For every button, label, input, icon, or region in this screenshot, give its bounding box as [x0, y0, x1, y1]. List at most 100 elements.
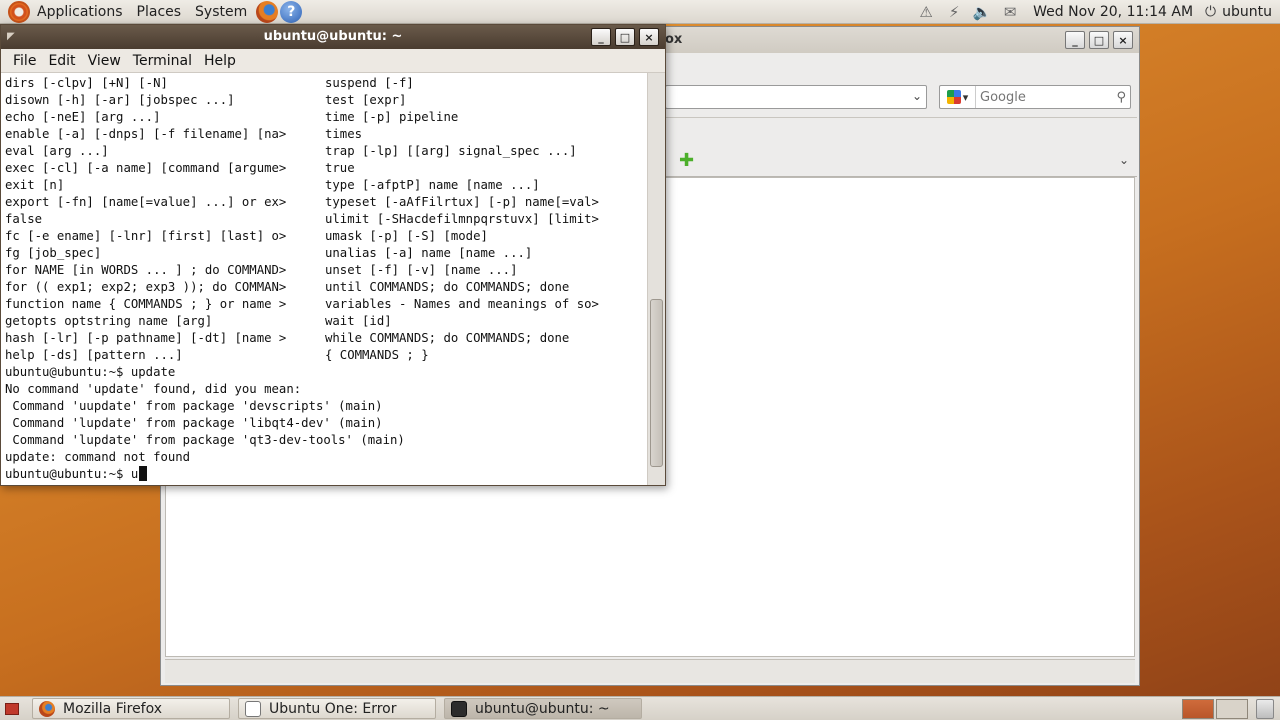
help-cell: unset [-f] [-v] [name ...]: [325, 263, 518, 277]
help-cell: function name { COMMANDS ; } or name >: [5, 297, 287, 311]
prompt: ubuntu@ubuntu:~$: [5, 467, 131, 481]
network-icon[interactable]: ⚡: [943, 2, 965, 22]
help-cell: exec [-cl] [-a name] [command [argume>: [5, 161, 287, 175]
help-row: exit [n] type [-afptP] name [name ...]: [5, 177, 647, 194]
help-cell: until COMMANDS; do COMMANDS; done: [325, 280, 570, 294]
task-label: Ubuntu One: Error: [269, 700, 397, 717]
help-cell: type [-afptP] name [name ...]: [325, 178, 540, 192]
window-icon: [245, 700, 261, 717]
help-cell: { COMMANDS ; }: [325, 348, 429, 362]
task-firefox[interactable]: Mozilla Firefox: [32, 698, 230, 719]
menu-terminal[interactable]: Terminal: [127, 53, 198, 69]
show-desktop-button[interactable]: [0, 698, 24, 720]
clock[interactable]: Wed Nov 20, 11:14 AM: [1027, 4, 1199, 20]
terminal-output[interactable]: dirs [-clpv] [+N] [-N] suspend [-f] disow…: [1, 73, 647, 485]
terminal-titlebar[interactable]: ◤ ubuntu@ubuntu: ~ _ □ ×: [1, 25, 665, 49]
menu-view[interactable]: View: [82, 53, 127, 69]
help-row: disown [-h] [-ar] [jobspec ...] test [exp…: [5, 92, 647, 109]
help-cell: fc [-e ename] [-lnr] [first] [last] o>: [5, 229, 287, 243]
minimize-button[interactable]: _: [1065, 31, 1085, 49]
help-row: echo [-neE] [arg ...] time [-p] pipeline: [5, 109, 647, 126]
workspace-2[interactable]: [1216, 698, 1248, 719]
top-panel: Applications Places System ? ⚠ ⚡ 🔈 ✉ Wed…: [0, 0, 1280, 24]
show-desktop-icon: [5, 702, 19, 715]
search-icon[interactable]: ⚲: [1116, 90, 1126, 105]
output-line: No command 'update' found, did you mean:: [5, 382, 302, 396]
menu-edit[interactable]: Edit: [42, 53, 81, 69]
current-input[interactable]: u: [131, 467, 138, 481]
help-row: getopts optstring name [arg] wait [id]: [5, 313, 647, 330]
help-cell: wait [id]: [325, 314, 392, 328]
help-cell: umask [-p] [-S] [mode]: [325, 229, 488, 243]
volume-icon[interactable]: 🔈: [971, 2, 993, 22]
terminal-window: ◤ ubuntu@ubuntu: ~ _ □ × File Edit View …: [0, 24, 666, 486]
tab-strip: ✚ ⌄: [665, 147, 1137, 177]
tab-list-chevron-icon[interactable]: ⌄: [1119, 153, 1129, 167]
help-cell: dirs [-clpv] [+N] [-N]: [5, 76, 168, 90]
help-cell: typeset [-aAfFilrtux] [-p] name[=val>: [325, 195, 599, 209]
output-line: Command 'lupdate' from package 'libqt4-d…: [5, 416, 383, 430]
firefox-title: ox: [665, 32, 683, 47]
help-cell: true: [325, 161, 355, 175]
help-row: hash [-lr] [-p pathname] [-dt] [name > wh…: [5, 330, 647, 347]
menu-places[interactable]: Places: [130, 4, 189, 20]
menu-applications[interactable]: Applications: [30, 4, 130, 20]
help-cell: for NAME [in WORDS ... ] ; do COMMAND>: [5, 263, 287, 277]
system-tray: ⚠ ⚡ 🔈 ✉ Wed Nov 20, 11:14 AM ⏻ ubuntu: [915, 2, 1280, 22]
power-icon[interactable]: ⏻: [1205, 4, 1216, 20]
firefox-icon: [39, 700, 55, 717]
help-cell: exit [n]: [5, 178, 65, 192]
help-cell: suspend [-f]: [325, 76, 414, 90]
terminal-icon: [451, 700, 467, 717]
firefox-launcher-icon[interactable]: [256, 0, 279, 23]
alert-icon[interactable]: ⚠: [915, 2, 937, 22]
terminal-title: ubuntu@ubuntu: ~: [263, 29, 403, 44]
help-cell: variables - Names and meanings of so>: [325, 297, 599, 311]
help-cell: while COMMANDS; do COMMANDS; done: [325, 331, 570, 345]
ubuntu-logo-icon[interactable]: [8, 0, 30, 23]
google-icon: [946, 90, 961, 104]
prompt-line[interactable]: ubuntu@ubuntu:~$ u: [5, 466, 647, 483]
workspace-switcher: [1182, 698, 1280, 719]
help-row: function name { COMMANDS ; } or name > va…: [5, 296, 647, 313]
help-row: help [-ds] [pattern ...] { COMMANDS ; }: [5, 347, 647, 364]
output-line: update: command not found: [5, 450, 191, 464]
trash-icon[interactable]: [1256, 698, 1274, 719]
help-cell: time [-p] pipeline: [325, 110, 459, 124]
help-cell: echo [-neE] [arg ...]: [5, 110, 161, 124]
help-row: exec [-cl] [-a name] [command [argume> tr…: [5, 160, 647, 177]
help-row: for NAME [in WORDS ... ] ; do COMMAND> un…: [5, 262, 647, 279]
search-engine-selector[interactable]: ▾: [940, 86, 976, 108]
help-cell: export [-fn] [name[=value] ...] or ex>: [5, 195, 287, 209]
menu-file[interactable]: File: [7, 53, 42, 69]
help-cell: ulimit [-SHacdefilmnpqrstuvx] [limit>: [325, 212, 599, 226]
task-terminal[interactable]: ubuntu@ubuntu: ~: [444, 698, 642, 719]
menu-system[interactable]: System: [188, 4, 254, 20]
firefox-window-controls: _ □ ×: [1065, 31, 1133, 49]
close-button[interactable]: ×: [1113, 31, 1133, 49]
maximize-button[interactable]: □: [1089, 31, 1109, 49]
help-launcher-icon[interactable]: ?: [280, 0, 303, 23]
workspace-1[interactable]: [1182, 698, 1214, 719]
menu-help[interactable]: Help: [198, 53, 242, 69]
scrollbar-thumb[interactable]: [650, 299, 663, 467]
terminal-window-controls: _ □ ×: [591, 28, 659, 46]
chevron-down-icon[interactable]: ⌄: [912, 89, 922, 103]
search-input[interactable]: [976, 89, 1106, 105]
close-button[interactable]: ×: [639, 28, 659, 46]
mail-icon[interactable]: ✉: [999, 2, 1021, 22]
help-cell: test [expr]: [325, 93, 407, 107]
search-box[interactable]: ▾ ⚲: [939, 85, 1131, 109]
terminal-scrollbar[interactable]: [647, 73, 665, 485]
task-label: ubuntu@ubuntu: ~: [475, 700, 610, 717]
user-menu[interactable]: ubuntu: [1222, 4, 1272, 20]
text-cursor: [139, 466, 148, 481]
maximize-button[interactable]: □: [615, 28, 635, 46]
url-bar[interactable]: ⌄: [665, 85, 927, 109]
new-tab-icon[interactable]: ✚: [679, 152, 694, 170]
help-row: for (( exp1; exp2; exp3 )); do COMMAN> un…: [5, 279, 647, 296]
help-cell: hash [-lr] [-p pathname] [-dt] [name >: [5, 331, 287, 345]
minimize-button[interactable]: _: [591, 28, 611, 46]
task-ubuntu-one[interactable]: Ubuntu One: Error: [238, 698, 436, 719]
help-cell: help [-ds] [pattern ...]: [5, 348, 183, 362]
